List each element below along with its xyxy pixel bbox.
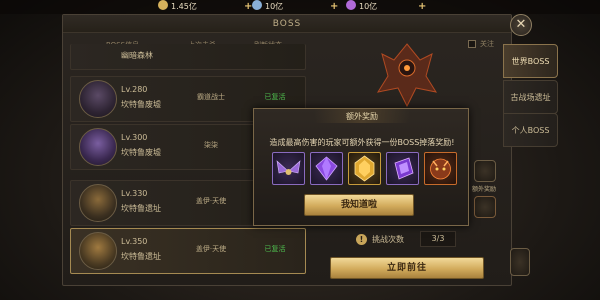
popup-title: 额外奖励 bbox=[346, 112, 378, 121]
diamond-icon bbox=[346, 0, 356, 10]
silver-coin-icon bbox=[252, 0, 262, 10]
follow-checkbox[interactable] bbox=[468, 40, 476, 48]
boss-name: 幽暗森林 bbox=[121, 51, 153, 60]
close-icon: ✕ bbox=[515, 17, 527, 32]
popup-message: 造成最高伤害的玩家可额外获得一份BOSS掉落奖励! bbox=[269, 138, 455, 147]
boss-level: Lv.350 bbox=[121, 237, 148, 246]
boss-name: 坎特鲁废墟 bbox=[121, 100, 161, 109]
boss-level: Lv.330 bbox=[121, 189, 148, 198]
diamond-currency: 10亿 bbox=[346, 0, 377, 14]
boss-portrait bbox=[79, 80, 117, 118]
boss-row-selected[interactable]: Lv.350 坎特鲁遗址 盖伊·天使 已复活 bbox=[70, 228, 306, 274]
boss-level: Lv.280 bbox=[121, 85, 148, 94]
challenge-count-label: 挑战次数 bbox=[372, 235, 404, 244]
go-now-button[interactable]: 立即前往 bbox=[330, 257, 484, 279]
extra-reward-button[interactable] bbox=[474, 160, 496, 182]
reward-item[interactable] bbox=[386, 152, 419, 185]
tab-ancient-battlefield[interactable]: 古战场遗址 bbox=[503, 80, 558, 114]
tab-world-boss[interactable]: 世界BOSS bbox=[503, 44, 558, 78]
info-icon[interactable]: ! bbox=[356, 234, 367, 245]
reward-item[interactable] bbox=[310, 152, 343, 185]
add-gold-button[interactable]: + bbox=[236, 0, 252, 14]
gold-currency: 1.45亿 bbox=[158, 0, 197, 14]
boss-name: 坎特鲁遗址 bbox=[121, 204, 161, 213]
silver-currency: 10亿 bbox=[252, 0, 283, 14]
gold-coin-icon bbox=[158, 0, 168, 10]
add-diamond-button[interactable]: + bbox=[410, 0, 426, 14]
window-title: BOSS bbox=[63, 15, 511, 33]
boss-portrait bbox=[79, 184, 117, 222]
purple-gem-icon bbox=[315, 156, 338, 181]
boss-model-image bbox=[376, 43, 438, 108]
last-killer: 霸道战士 bbox=[197, 93, 225, 101]
boss-name: 坎特鲁废墟 bbox=[121, 148, 161, 157]
boss-portrait bbox=[79, 128, 117, 166]
reward-item[interactable] bbox=[424, 152, 457, 185]
gold-gem-icon bbox=[354, 155, 375, 182]
follow-label: 关注 bbox=[480, 40, 494, 48]
beast-icon bbox=[430, 158, 451, 180]
got-it-button[interactable]: 我知道啦 bbox=[304, 194, 414, 216]
last-killer: 盖伊·天使 bbox=[195, 245, 227, 253]
challenge-count-value: 3/3 bbox=[420, 231, 456, 247]
tab-personal-boss[interactable]: 个人BOSS bbox=[503, 113, 558, 147]
wings-icon bbox=[276, 160, 301, 175]
boss-portrait bbox=[79, 232, 117, 270]
last-killer: 盖伊·天使 bbox=[195, 197, 227, 205]
boss-level: Lv.300 bbox=[121, 133, 148, 142]
reward-item[interactable] bbox=[272, 152, 305, 185]
close-button[interactable]: ✕ bbox=[510, 14, 532, 36]
reward-preview-item[interactable] bbox=[474, 196, 496, 218]
reward-item[interactable] bbox=[348, 152, 381, 185]
currency-bar bbox=[0, 0, 600, 14]
extra-reward-label: 额外奖励 bbox=[472, 186, 497, 193]
purple-crystal-icon bbox=[394, 157, 414, 180]
boss-name: 坎特鲁遗址 bbox=[121, 252, 161, 261]
refresh-status: 已复活 bbox=[264, 93, 286, 101]
add-silver-button[interactable]: + bbox=[322, 0, 338, 14]
refresh-status: 已复活 bbox=[264, 245, 286, 253]
last-killer: 柒柒 bbox=[204, 141, 218, 149]
page-button[interactable] bbox=[510, 248, 530, 276]
boss-row[interactable]: 幽暗森林 bbox=[70, 44, 306, 70]
